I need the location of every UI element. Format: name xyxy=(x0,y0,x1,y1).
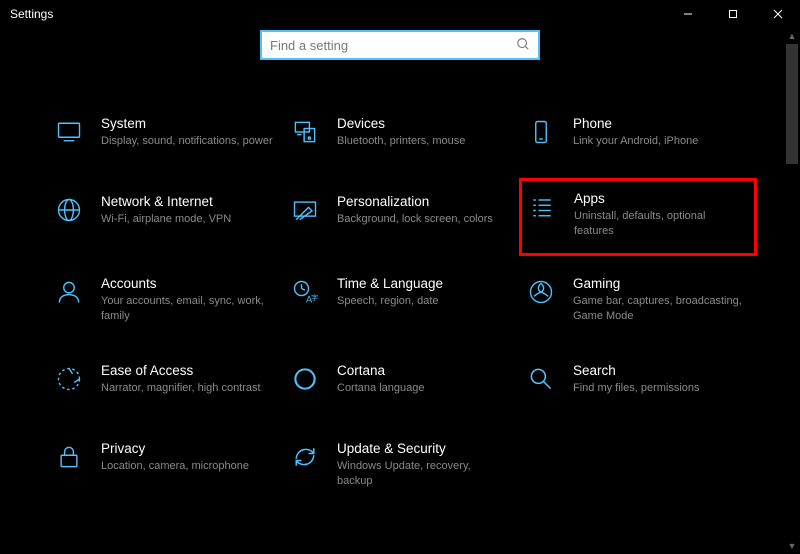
search-category-icon xyxy=(523,365,559,401)
personalization-icon xyxy=(287,196,323,232)
maximize-button[interactable] xyxy=(710,0,755,28)
tile-title: Network & Internet xyxy=(101,194,273,209)
tile-title: Update & Security xyxy=(337,441,509,456)
window-title: Settings xyxy=(10,7,53,21)
tile-desc: Background, lock screen, colors xyxy=(337,212,509,227)
search-box[interactable] xyxy=(260,30,540,60)
tile-desc: Wi-Fi, airplane mode, VPN xyxy=(101,212,273,227)
update-icon xyxy=(287,443,323,479)
minimize-button[interactable] xyxy=(665,0,710,28)
tile-desc: Windows Update, recovery, backup xyxy=(337,459,509,489)
tile-gaming[interactable]: Gaming Game bar, captures, broadcasting,… xyxy=(521,270,751,330)
scrollbar-up-icon[interactable]: ▲ xyxy=(784,28,800,44)
scrollbar-down-icon[interactable]: ▼ xyxy=(784,538,800,554)
devices-icon xyxy=(287,118,323,154)
accounts-icon xyxy=(51,278,87,314)
tile-desc: Location, camera, microphone xyxy=(101,459,273,474)
privacy-icon xyxy=(51,443,87,479)
tile-title: Personalization xyxy=(337,194,509,209)
tile-desc: Narrator, magnifier, high contrast xyxy=(101,381,273,396)
close-button[interactable] xyxy=(755,0,800,28)
tile-apps[interactable]: Apps Uninstall, defaults, optional featu… xyxy=(519,178,757,256)
svg-text:字: 字 xyxy=(311,293,318,302)
tile-title: Apps xyxy=(574,191,748,206)
search-icon xyxy=(516,37,530,54)
tile-network[interactable]: Network & Internet Wi-Fi, airplane mode,… xyxy=(49,188,279,242)
tile-desc: Your accounts, email, sync, work, family xyxy=(101,294,273,324)
tile-title: Accounts xyxy=(101,276,273,291)
cortana-icon xyxy=(287,365,323,401)
tile-title: Ease of Access xyxy=(101,363,273,378)
tile-desc: Link your Android, iPhone xyxy=(573,134,745,149)
tile-desc: Display, sound, notifications, power xyxy=(101,134,273,149)
titlebar: Settings xyxy=(0,0,800,28)
content-area: System Display, sound, notifications, po… xyxy=(0,28,800,554)
search-input[interactable] xyxy=(270,38,516,53)
tile-title: Phone xyxy=(573,116,745,131)
tile-privacy[interactable]: Privacy Location, camera, microphone xyxy=(49,435,279,495)
tile-desc: Uninstall, defaults, optional features xyxy=(574,209,748,239)
tile-search[interactable]: Search Find my files, permissions xyxy=(521,357,751,407)
scrollbar-thumb[interactable] xyxy=(786,44,798,164)
system-icon xyxy=(51,118,87,154)
tile-phone[interactable]: Phone Link your Android, iPhone xyxy=(521,110,751,160)
tile-update-security[interactable]: Update & Security Windows Update, recove… xyxy=(285,435,515,495)
tile-title: Privacy xyxy=(101,441,273,456)
settings-grid: System Display, sound, notifications, po… xyxy=(0,110,800,495)
tile-desc: Game bar, captures, broadcasting, Game M… xyxy=(573,294,745,324)
window-controls xyxy=(665,0,800,28)
tile-desc: Speech, region, date xyxy=(337,294,509,309)
tile-desc: Cortana language xyxy=(337,381,509,396)
tile-accounts[interactable]: Accounts Your accounts, email, sync, wor… xyxy=(49,270,279,330)
tile-title: Time & Language xyxy=(337,276,509,291)
globe-icon xyxy=(51,196,87,232)
tile-time-language[interactable]: A字 Time & Language Speech, region, date xyxy=(285,270,515,330)
tile-title: Cortana xyxy=(337,363,509,378)
tile-title: Devices xyxy=(337,116,509,131)
tile-cortana[interactable]: Cortana Cortana language xyxy=(285,357,515,407)
tile-ease-of-access[interactable]: Ease of Access Narrator, magnifier, high… xyxy=(49,357,279,407)
tile-devices[interactable]: Devices Bluetooth, printers, mouse xyxy=(285,110,515,160)
gaming-icon xyxy=(523,278,559,314)
tile-title: Search xyxy=(573,363,745,378)
tile-desc: Find my files, permissions xyxy=(573,381,745,396)
tile-title: System xyxy=(101,116,273,131)
search-wrap xyxy=(0,28,800,60)
tile-personalization[interactable]: Personalization Background, lock screen,… xyxy=(285,188,515,242)
phone-icon xyxy=(523,118,559,154)
tile-desc: Bluetooth, printers, mouse xyxy=(337,134,509,149)
tile-title: Gaming xyxy=(573,276,745,291)
ease-of-access-icon xyxy=(51,365,87,401)
tile-system[interactable]: System Display, sound, notifications, po… xyxy=(49,110,279,160)
apps-icon xyxy=(524,193,560,229)
time-language-icon: A字 xyxy=(287,278,323,314)
